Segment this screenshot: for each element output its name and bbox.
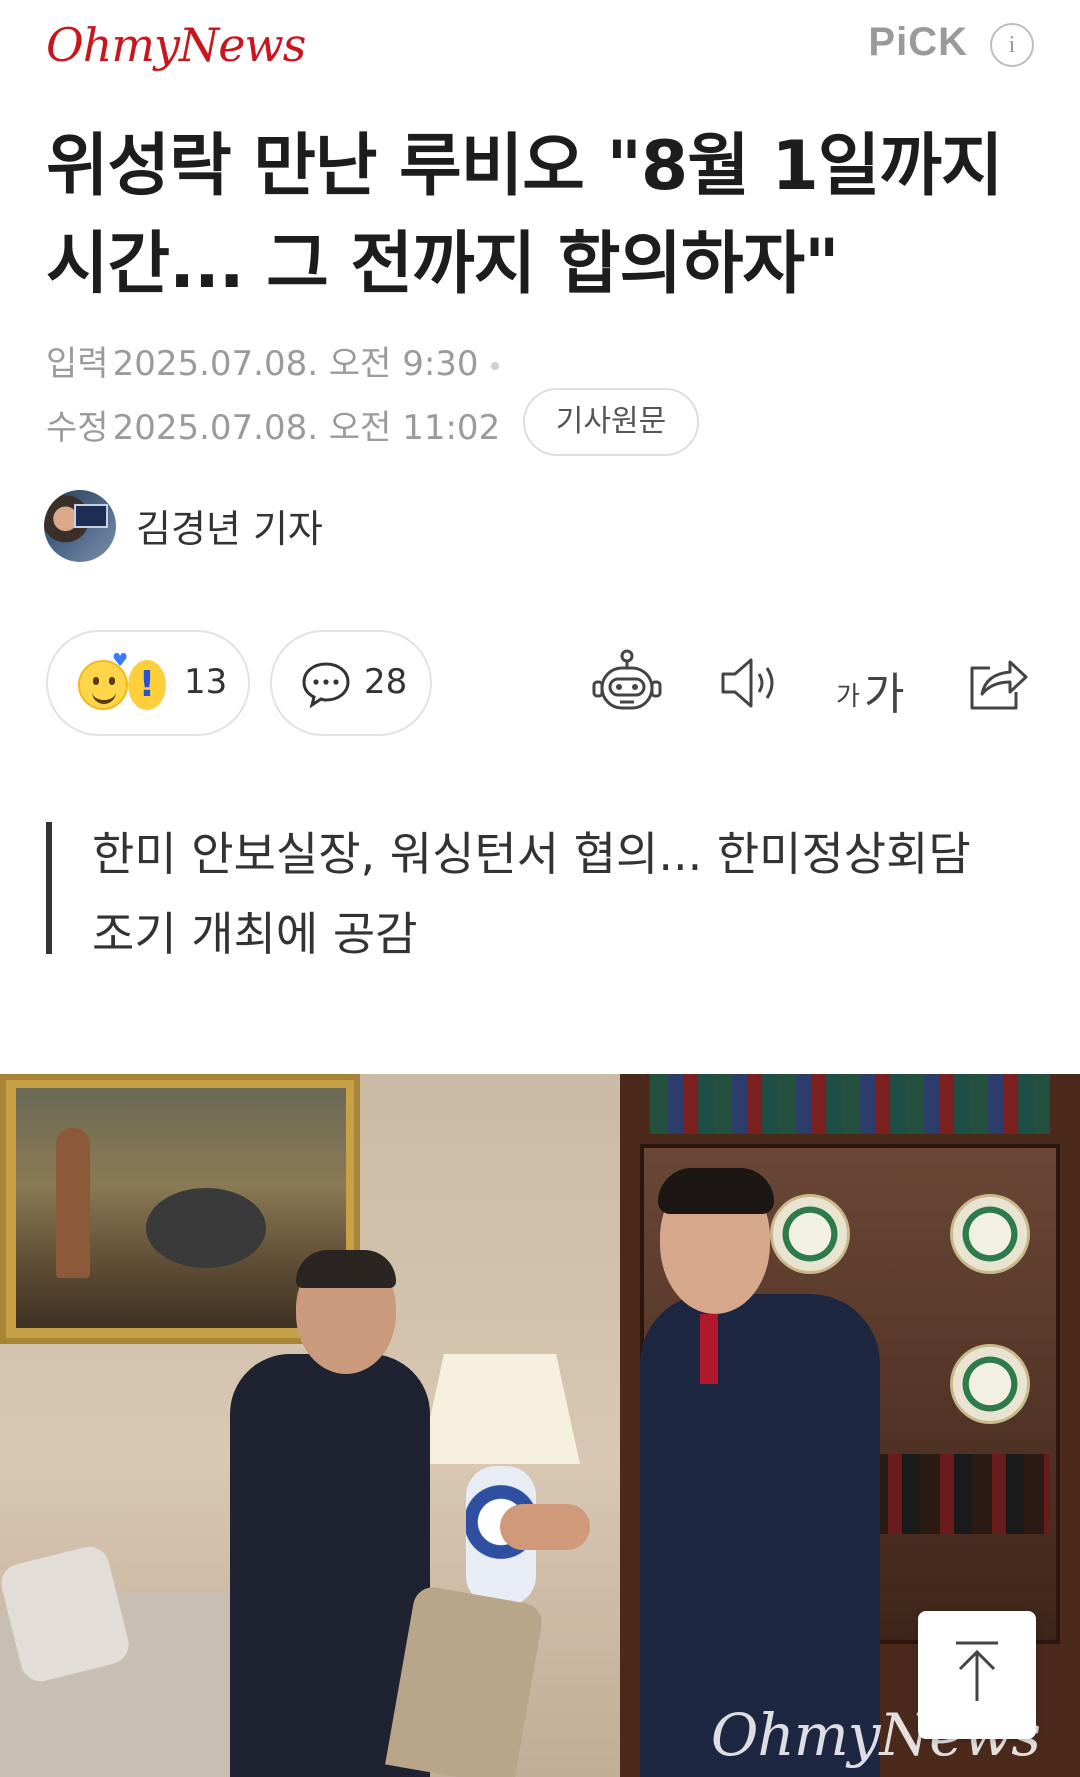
- share-icon: [970, 660, 1028, 710]
- separator-dot: [490, 361, 499, 370]
- comment-bubble-icon: [302, 662, 350, 709]
- arrow-up-icon: [956, 1641, 998, 1701]
- exclamation-emoji-icon: !: [128, 660, 166, 710]
- shelf-plate: [950, 1194, 1030, 1274]
- pick-label[interactable]: PiCK: [868, 20, 968, 65]
- published-value: 2025.07.08. 오전 9:30: [112, 344, 479, 384]
- top-bar: OhmyNews PiCK i: [0, 0, 1080, 100]
- ai-robot-icon: [592, 649, 662, 710]
- article-subtitle: 한미 안보실장, 워싱턴서 협의... 한미정상회담 조기 개최에 공감: [92, 827, 971, 961]
- comment-button[interactable]: 28: [270, 630, 432, 736]
- shelf-plate: [770, 1194, 850, 1274]
- modified-label: 수정: [46, 408, 109, 448]
- info-icon[interactable]: i: [990, 23, 1034, 67]
- font-size-button[interactable]: 가 가: [832, 646, 906, 720]
- modified-value: 2025.07.08. 오전 11:02: [112, 408, 501, 448]
- photo-lamp-shade: [420, 1354, 580, 1464]
- ohmynews-logo[interactable]: OhmyNews: [46, 18, 306, 72]
- author-avatar: [44, 490, 116, 562]
- photo-tie: [700, 1314, 718, 1384]
- article-headline: 위성락 만난 루비오 "8월 1일까지 시간... 그 전까지 합의하자": [46, 127, 1003, 304]
- font-small-glyph: 가: [836, 682, 860, 712]
- font-large-glyph: 가: [864, 669, 905, 720]
- share-button[interactable]: [960, 646, 1034, 720]
- original-article-button[interactable]: 기사원문: [523, 388, 699, 456]
- photo-person-right-hair: [658, 1168, 774, 1214]
- reaction-button[interactable]: ♥ ! 13: [46, 630, 250, 736]
- modified-date: 수정 2025.07.08. 오전 11:02: [46, 400, 500, 449]
- subtitle-bar: [46, 822, 52, 954]
- comment-count: 28: [364, 662, 408, 702]
- article-page: OhmyNews PiCK i 위성락 만난 루비오 "8월 1일까지 시간..…: [0, 0, 1080, 1777]
- photo-handshake: [500, 1504, 590, 1550]
- shelf-plate: [950, 1344, 1030, 1424]
- photo-person-left-hair: [296, 1250, 396, 1288]
- author-name: 김경년 기자: [136, 507, 323, 551]
- heart-emoji-icon: ♥: [112, 650, 129, 671]
- speaker-icon: [721, 658, 774, 708]
- read-aloud-button[interactable]: [713, 646, 787, 720]
- painting-figure: [56, 1128, 90, 1278]
- shelf-books-top: [650, 1074, 1050, 1134]
- painting-animal: [146, 1188, 266, 1268]
- published-label: 입력: [46, 344, 109, 384]
- ai-summary-button[interactable]: [590, 646, 664, 720]
- reaction-count: 13: [184, 662, 228, 702]
- published-date: 입력 2025.07.08. 오전 9:30: [46, 336, 499, 385]
- painting-canvas: [16, 1088, 346, 1328]
- scroll-to-top-button[interactable]: [918, 1611, 1036, 1739]
